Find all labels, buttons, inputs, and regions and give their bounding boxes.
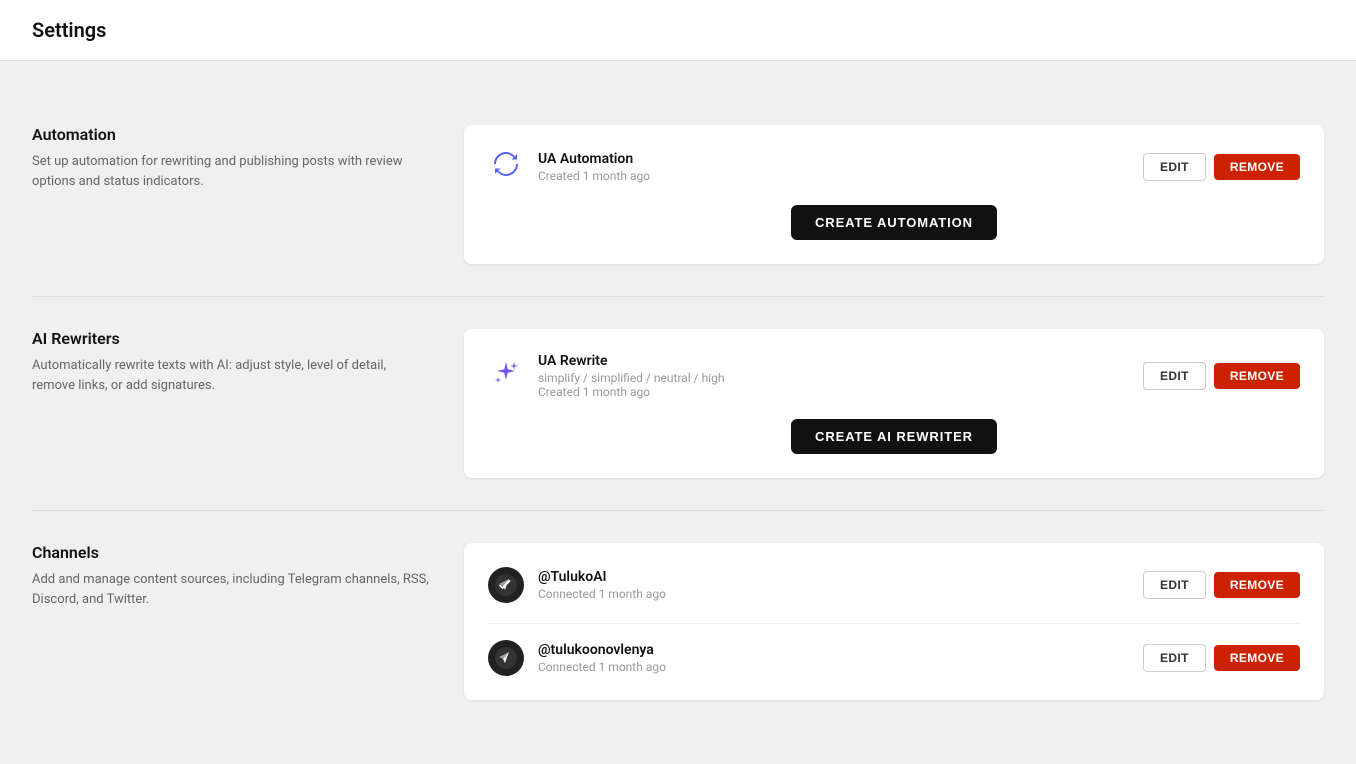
- sync-icon: [492, 150, 520, 184]
- sparkle-icon: [492, 359, 520, 393]
- channels-section: Channels Add and manage content sources,…: [32, 511, 1324, 732]
- channel-avatar-2: [488, 640, 524, 676]
- ai-rewriters-section-description: Automatically rewrite texts with AI: adj…: [32, 356, 432, 395]
- channel-edit-button-2[interactable]: EDIT: [1143, 644, 1206, 672]
- channel-item-details-2: @tulukoonovlenya Connected 1 month ago: [538, 642, 1129, 674]
- channel-divider: [488, 623, 1300, 624]
- page-title: Settings: [32, 18, 1324, 42]
- automation-item-subtitle: Created 1 month ago: [538, 169, 1129, 183]
- automation-section-title: Automation: [32, 125, 432, 144]
- channels-section-description: Add and manage content sources, includin…: [32, 570, 432, 609]
- ai-rewriter-icon: [488, 358, 524, 394]
- channel-item-name-1: @TulukoAI: [538, 569, 1129, 585]
- channel-remove-button-1[interactable]: REMOVE: [1214, 572, 1300, 598]
- channel-item-subtitle-2: Connected 1 month ago: [538, 660, 1129, 674]
- automation-section-info: Automation Set up automation for rewriti…: [32, 125, 432, 264]
- automation-icon: [488, 149, 524, 185]
- automation-card: UA Automation Created 1 month ago EDIT R…: [464, 125, 1324, 264]
- ai-rewriters-card: UA Rewrite simplify / simplified / neutr…: [464, 329, 1324, 478]
- channel-item-name-2: @tulukoonovlenya: [538, 642, 1129, 658]
- ai-rewriter-item-details: UA Rewrite simplify / simplified / neutr…: [538, 353, 1129, 399]
- channel-item-actions-1: EDIT REMOVE: [1143, 571, 1300, 599]
- channels-section-info: Channels Add and manage content sources,…: [32, 543, 432, 700]
- channels-section-title: Channels: [32, 543, 432, 562]
- ai-rewriter-item-subtitle-line2: Created 1 month ago: [538, 385, 1129, 399]
- ai-rewriter-remove-button[interactable]: REMOVE: [1214, 363, 1300, 389]
- automation-section-description: Set up automation for rewriting and publ…: [32, 152, 432, 191]
- channel-item-row-2: @tulukoonovlenya Connected 1 month ago E…: [488, 640, 1300, 676]
- channel-item-details-1: @TulukoAI Connected 1 month ago: [538, 569, 1129, 601]
- page-content: Automation Set up automation for rewriti…: [0, 61, 1356, 764]
- channel-edit-button-1[interactable]: EDIT: [1143, 571, 1206, 599]
- automation-item-actions: EDIT REMOVE: [1143, 153, 1300, 181]
- ai-rewriter-item-row: UA Rewrite simplify / simplified / neutr…: [488, 353, 1300, 399]
- automation-remove-button[interactable]: REMOVE: [1214, 154, 1300, 180]
- ai-rewriter-item-subtitle-line1: simplify / simplified / neutral / high: [538, 371, 1129, 385]
- ai-rewriter-item-actions: EDIT REMOVE: [1143, 362, 1300, 390]
- channel-item-actions-2: EDIT REMOVE: [1143, 644, 1300, 672]
- channels-card: @TulukoAI Connected 1 month ago EDIT REM…: [464, 543, 1324, 700]
- ai-rewriters-section: AI Rewriters Automatically rewrite texts…: [32, 297, 1324, 511]
- channel-item-subtitle-1: Connected 1 month ago: [538, 587, 1129, 601]
- create-ai-rewriter-button[interactable]: CREATE AI REWRITER: [791, 419, 997, 454]
- channel-remove-button-2[interactable]: REMOVE: [1214, 645, 1300, 671]
- page-header: Settings: [0, 0, 1356, 61]
- create-automation-button[interactable]: CREATE AUTOMATION: [791, 205, 997, 240]
- channel-item-row-1: @TulukoAI Connected 1 month ago EDIT REM…: [488, 567, 1300, 603]
- ai-rewriters-section-info: AI Rewriters Automatically rewrite texts…: [32, 329, 432, 478]
- ai-rewriter-edit-button[interactable]: EDIT: [1143, 362, 1206, 390]
- automation-edit-button[interactable]: EDIT: [1143, 153, 1206, 181]
- automation-section: Automation Set up automation for rewriti…: [32, 93, 1324, 297]
- automation-item-name: UA Automation: [538, 151, 1129, 167]
- ai-rewriter-item-name: UA Rewrite: [538, 353, 1129, 369]
- automation-item-details: UA Automation Created 1 month ago: [538, 151, 1129, 183]
- automation-item-row: UA Automation Created 1 month ago EDIT R…: [488, 149, 1300, 185]
- channel-avatar-1: [488, 567, 524, 603]
- ai-rewriters-section-title: AI Rewriters: [32, 329, 432, 348]
